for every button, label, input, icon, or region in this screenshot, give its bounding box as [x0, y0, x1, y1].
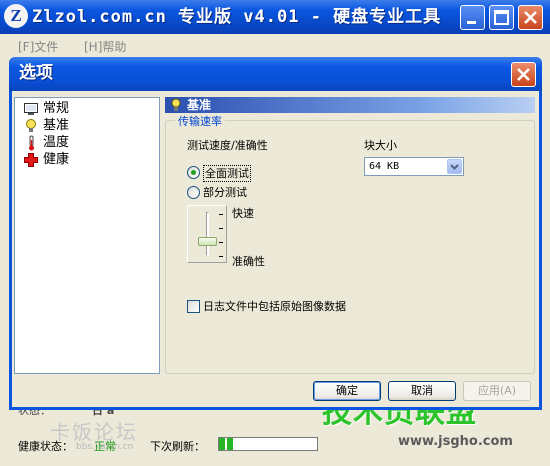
slider-fast-label: 快速: [232, 207, 254, 220]
tree-item-label: 常规: [43, 101, 70, 116]
main-window-title: Zlzol.com.cn 专业版 v4.01 - 硬盘专业工具: [32, 7, 442, 27]
radio-button[interactable]: [187, 186, 200, 199]
apply-button[interactable]: 应用(A): [463, 381, 531, 401]
app-logo-icon: Z: [4, 4, 28, 28]
block-size-value: 64 KB: [369, 161, 400, 172]
dialog-body: 常规 基准 温度 健康 基准 传输速率 测试速度/准确性 块大小 64 KB 全…: [12, 91, 539, 407]
chevron-down-icon: [450, 164, 459, 170]
block-size-select[interactable]: 64 KB: [364, 157, 464, 176]
maximize-button[interactable]: [489, 5, 514, 30]
lightbulb-icon: [171, 98, 181, 111]
options-dialog: 选项 常规 基准 温度 健康 基准 传输速率 测试速度/准确性 块大小 64 K…: [9, 57, 542, 410]
ok-button[interactable]: 确定: [313, 381, 381, 401]
transfer-rate-group: 传输速率 测试速度/准确性 块大小 64 KB 全面测试 部分测试 快速 准确性…: [165, 113, 535, 374]
log-raw-data-label: 日志文件中包括原始图像数据: [203, 300, 346, 313]
maximize-icon: [494, 10, 509, 25]
menu-help[interactable]: [H]帮助: [84, 38, 126, 55]
main-close-button[interactable]: [518, 5, 543, 30]
slider-tick: [219, 256, 223, 257]
dialog-close-button[interactable]: [511, 62, 536, 87]
slider-tick: [219, 228, 223, 229]
monitor-icon: [24, 103, 38, 115]
slider-thumb[interactable]: [198, 237, 217, 246]
refresh-progress-fill: [219, 438, 234, 450]
speed-accuracy-label: 测试速度/准确性: [187, 139, 268, 152]
speed-accuracy-slider[interactable]: [187, 205, 227, 263]
tree-item-label: 温度: [43, 135, 70, 150]
radio-selected-dot: [191, 170, 196, 175]
next-refresh-label: 下次刷新：: [150, 440, 205, 453]
tree-item-label: 基准: [43, 118, 70, 133]
block-size-label: 块大小: [364, 139, 397, 152]
menu-file[interactable]: [F]文件: [18, 38, 58, 55]
dropdown-button[interactable]: [447, 159, 462, 174]
tree-item-label: 健康: [43, 152, 70, 167]
close-icon: [524, 11, 537, 24]
thermometer-icon: [29, 135, 34, 151]
lightbulb-icon: [26, 119, 36, 132]
options-tree: 常规 基准 温度 健康: [14, 97, 160, 374]
cancel-button[interactable]: 取消: [388, 381, 456, 401]
health-status-value: 正常: [94, 440, 116, 453]
dialog-titlebar[interactable]: 选项: [9, 57, 542, 91]
slider-tick: [219, 242, 223, 243]
health-status-label: 健康状态：: [18, 440, 73, 453]
radio-button[interactable]: [187, 166, 200, 179]
radio-full-test-label: 全面测试: [203, 165, 251, 182]
panel-header: 基准: [165, 97, 535, 113]
refresh-progress-bar: [218, 437, 318, 451]
slider-accuracy-label: 准确性: [232, 255, 265, 268]
watermark-right-url: www.jsgho.com: [398, 434, 513, 449]
slider-tick: [219, 214, 223, 215]
menubar: [F]文件 [H]帮助: [0, 34, 550, 56]
minimize-button[interactable]: [460, 5, 485, 30]
red-cross-icon: [24, 153, 38, 167]
minimize-icon: [467, 21, 476, 24]
log-raw-data-checkbox[interactable]: [187, 300, 200, 313]
main-titlebar[interactable]: Z Zlzol.com.cn 专业版 v4.01 - 硬盘专业工具: [0, 0, 550, 34]
group-title: 传输速率: [175, 113, 225, 129]
close-icon: [517, 68, 530, 81]
slider-track: [206, 212, 209, 256]
panel-title: 基准: [187, 98, 212, 112]
radio-partial-test-label: 部分测试: [203, 186, 247, 199]
dialog-title: 选项: [19, 63, 53, 83]
